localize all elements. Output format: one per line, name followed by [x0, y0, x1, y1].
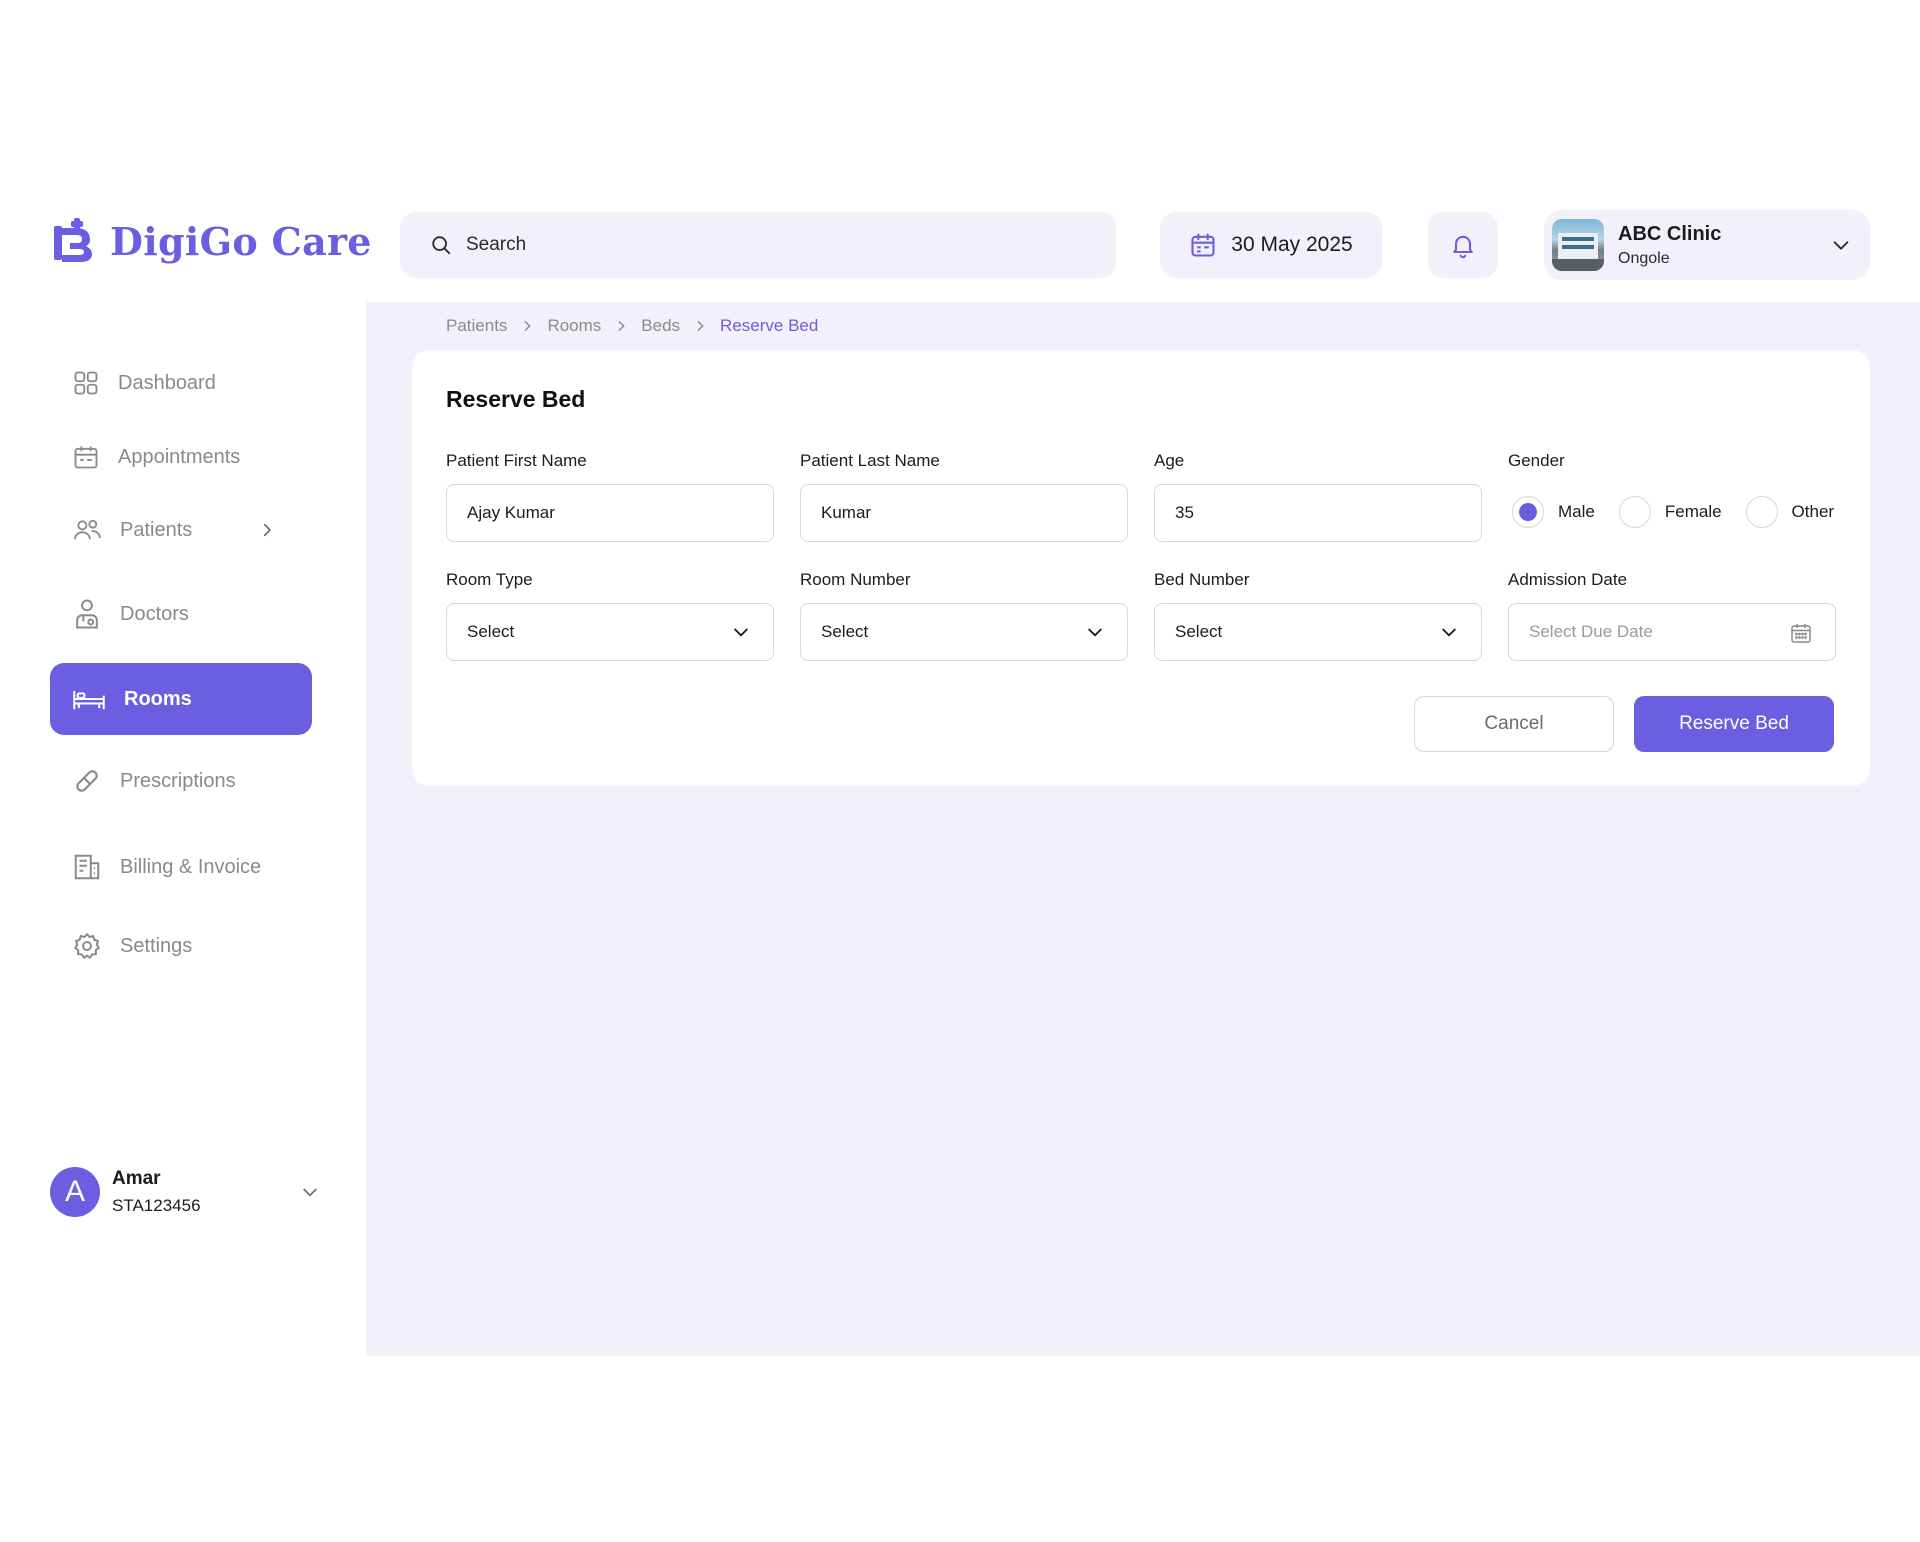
admission-date-placeholder: Select Due Date [1529, 622, 1653, 641]
chevron-down-icon [1442, 628, 1456, 637]
sidebar-item-label: Patients [120, 518, 193, 541]
sidebar-item-appointments[interactable]: Appointments [50, 421, 312, 493]
age-label: Age [1154, 451, 1185, 470]
sidebar-item-label: Settings [120, 934, 193, 957]
breadcrumb: Patients Rooms Beds Reserve Bed [446, 316, 818, 336]
avatar: A [50, 1167, 100, 1217]
app-frame: DigiGo Care Search 30 May 2025 ABC Clini… [0, 0, 1920, 1542]
calendar-icon[interactable] [1789, 621, 1813, 645]
user-name: Amar [112, 1168, 161, 1189]
grid-icon [74, 371, 98, 395]
sidebar-item-billing[interactable]: Billing & Invoice [50, 831, 312, 903]
pill-icon [76, 770, 98, 792]
sidebar-item-label: Appointments [118, 445, 241, 468]
sidebar-item-prescriptions[interactable]: Prescriptions [50, 745, 312, 817]
bell-icon [1453, 235, 1473, 259]
sidebar-item-label: Billing & Invoice [120, 855, 262, 878]
sidebar-item-doctors[interactable]: Doctors [50, 578, 312, 650]
radio-female[interactable] [1618, 496, 1651, 528]
chevron-down-icon [734, 628, 748, 637]
invoice-icon [74, 854, 100, 880]
breadcrumb-item-patients[interactable]: Patients [446, 316, 507, 336]
radio-label-female: Female [1664, 502, 1722, 521]
radio-male[interactable] [1512, 496, 1544, 528]
users-icon [73, 519, 101, 540]
reserve-bed-button[interactable]: Reserve Bed [1634, 696, 1834, 752]
bed-number-select[interactable]: Select [1154, 603, 1482, 661]
room-number-value: Select [821, 622, 869, 641]
room-type-label: Room Type [446, 570, 533, 589]
clinic-name: ABC Clinic [1618, 222, 1722, 245]
sidebar-item-dashboard[interactable]: Dashboard [50, 347, 312, 419]
breadcrumb-item-current: Reserve Bed [720, 316, 819, 335]
current-date: 30 May 2025 [1231, 233, 1353, 256]
sidebar-item-label: Prescriptions [120, 769, 236, 792]
clinic-photo [1552, 219, 1604, 271]
sidebar-item-patients[interactable]: Patients [50, 494, 312, 566]
sidebar-item-settings[interactable]: Settings [50, 910, 312, 982]
admission-date-label: Admission Date [1508, 570, 1628, 589]
bed-number-value: Select [1175, 622, 1223, 641]
breadcrumb-item-beds[interactable]: Beds [641, 316, 680, 336]
last-name-field[interactable]: Kumar [800, 484, 1128, 542]
bed-icon [73, 691, 105, 710]
breadcrumb-item-rooms[interactable]: Rooms [547, 316, 601, 336]
user-profile-menu[interactable]: A Amar STA123456 [50, 1164, 322, 1220]
brand-logo[interactable]: DigiGo Care [52, 218, 372, 264]
logo-mark-icon [54, 218, 92, 262]
room-type-select[interactable]: Select [446, 603, 774, 661]
chevron-right-icon [618, 320, 626, 332]
admission-date-field[interactable]: Select Due Date [1508, 603, 1836, 661]
chevron-down-icon [1088, 628, 1102, 637]
room-type-value: Select [467, 622, 515, 641]
chevron-right-icon [524, 320, 532, 332]
chevron-right-icon [697, 320, 704, 332]
gender-label: Gender [1508, 451, 1565, 470]
chevron-down-icon [303, 1188, 317, 1197]
doctor-icon [76, 599, 98, 629]
notifications-button[interactable] [1428, 212, 1498, 278]
radio-label-male: Male [1558, 502, 1595, 521]
date-display[interactable]: 30 May 2025 [1160, 212, 1382, 278]
search-input[interactable]: Search [466, 234, 526, 256]
chevron-down-icon [1833, 241, 1849, 250]
chevron-right-icon [263, 523, 271, 537]
gear-icon [74, 933, 100, 959]
bed-number-label: Bed Number [1154, 570, 1250, 589]
sidebar-item-label: Doctors [120, 602, 189, 625]
clinic-location: Ongole [1618, 249, 1670, 267]
age-field[interactable]: 35 [1154, 484, 1482, 542]
brand-name: DigiGo Care [110, 218, 372, 264]
first-name-label: Patient First Name [446, 451, 587, 470]
search-icon [432, 236, 451, 255]
gender-radio-group: Male Female Other [1512, 496, 1834, 528]
cancel-button[interactable]: Cancel [1414, 696, 1614, 752]
last-name-label: Patient Last Name [800, 451, 940, 470]
room-number-select[interactable]: Select [800, 603, 1128, 661]
calendar-icon [1191, 233, 1215, 257]
first-name-field[interactable]: Ajay Kumar [446, 484, 774, 542]
room-number-label: Room Number [800, 570, 911, 589]
user-id: STA123456 [112, 1196, 201, 1215]
form-title: Reserve Bed [446, 386, 586, 412]
search-bar[interactable]: Search [400, 212, 1116, 278]
radio-other[interactable] [1745, 496, 1778, 528]
radio-label-other: Other [1791, 502, 1835, 521]
clinic-selector[interactable]: ABC Clinic Ongole [1544, 210, 1870, 280]
calendar-icon [74, 446, 98, 469]
reserve-bed-card: Reserve Bed Patient First Name Patient L… [412, 350, 1870, 786]
sidebar-item-label: Dashboard [118, 371, 216, 394]
sidebar-item-label: Rooms [124, 687, 192, 710]
sidebar-item-rooms[interactable]: Rooms [50, 663, 312, 735]
